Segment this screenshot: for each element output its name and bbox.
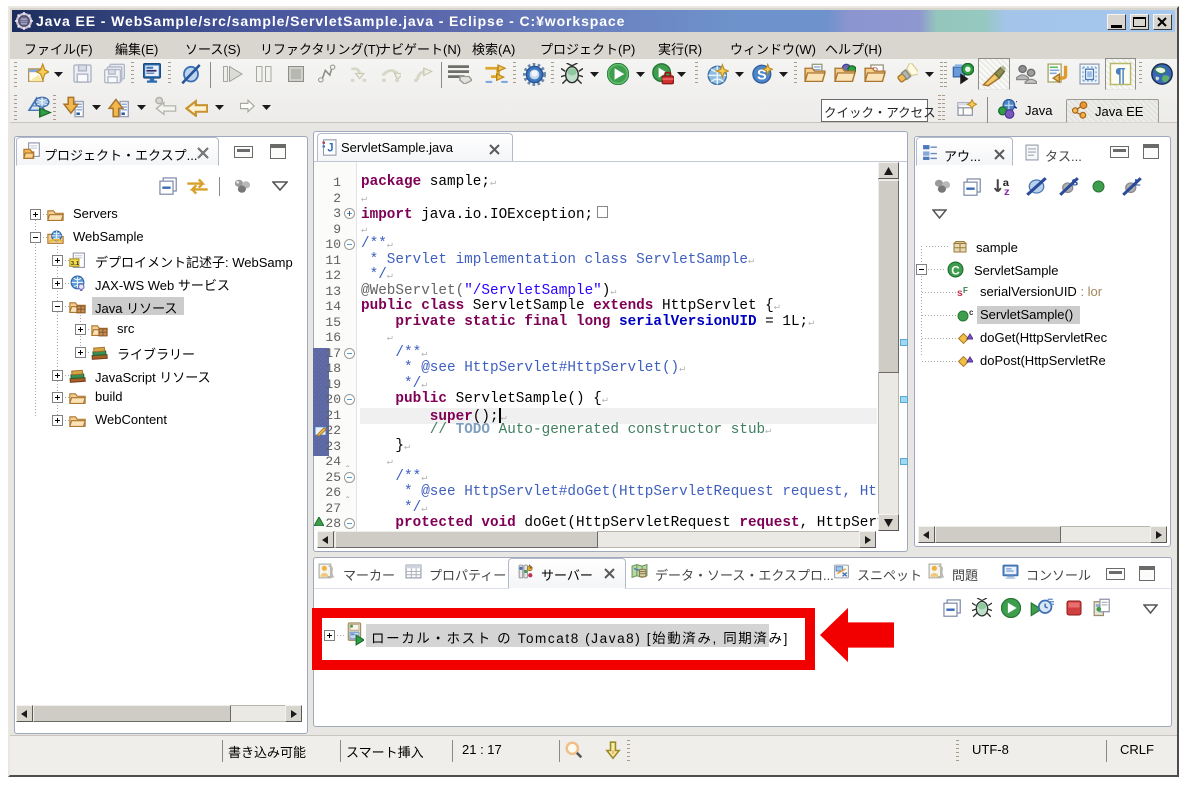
svg-text:3.1: 3.1 [71,261,80,267]
svg-text:J: J [1014,99,1017,111]
svg-text:F: F [963,286,968,295]
svg-text:J: J [327,142,333,154]
svg-text:˙: ˙ [962,294,964,300]
svg-text:z: z [1004,186,1010,196]
svg-text:C: C [951,264,960,277]
svg-text:¶: ¶ [1115,65,1125,86]
svg-text:c: c [969,308,973,317]
